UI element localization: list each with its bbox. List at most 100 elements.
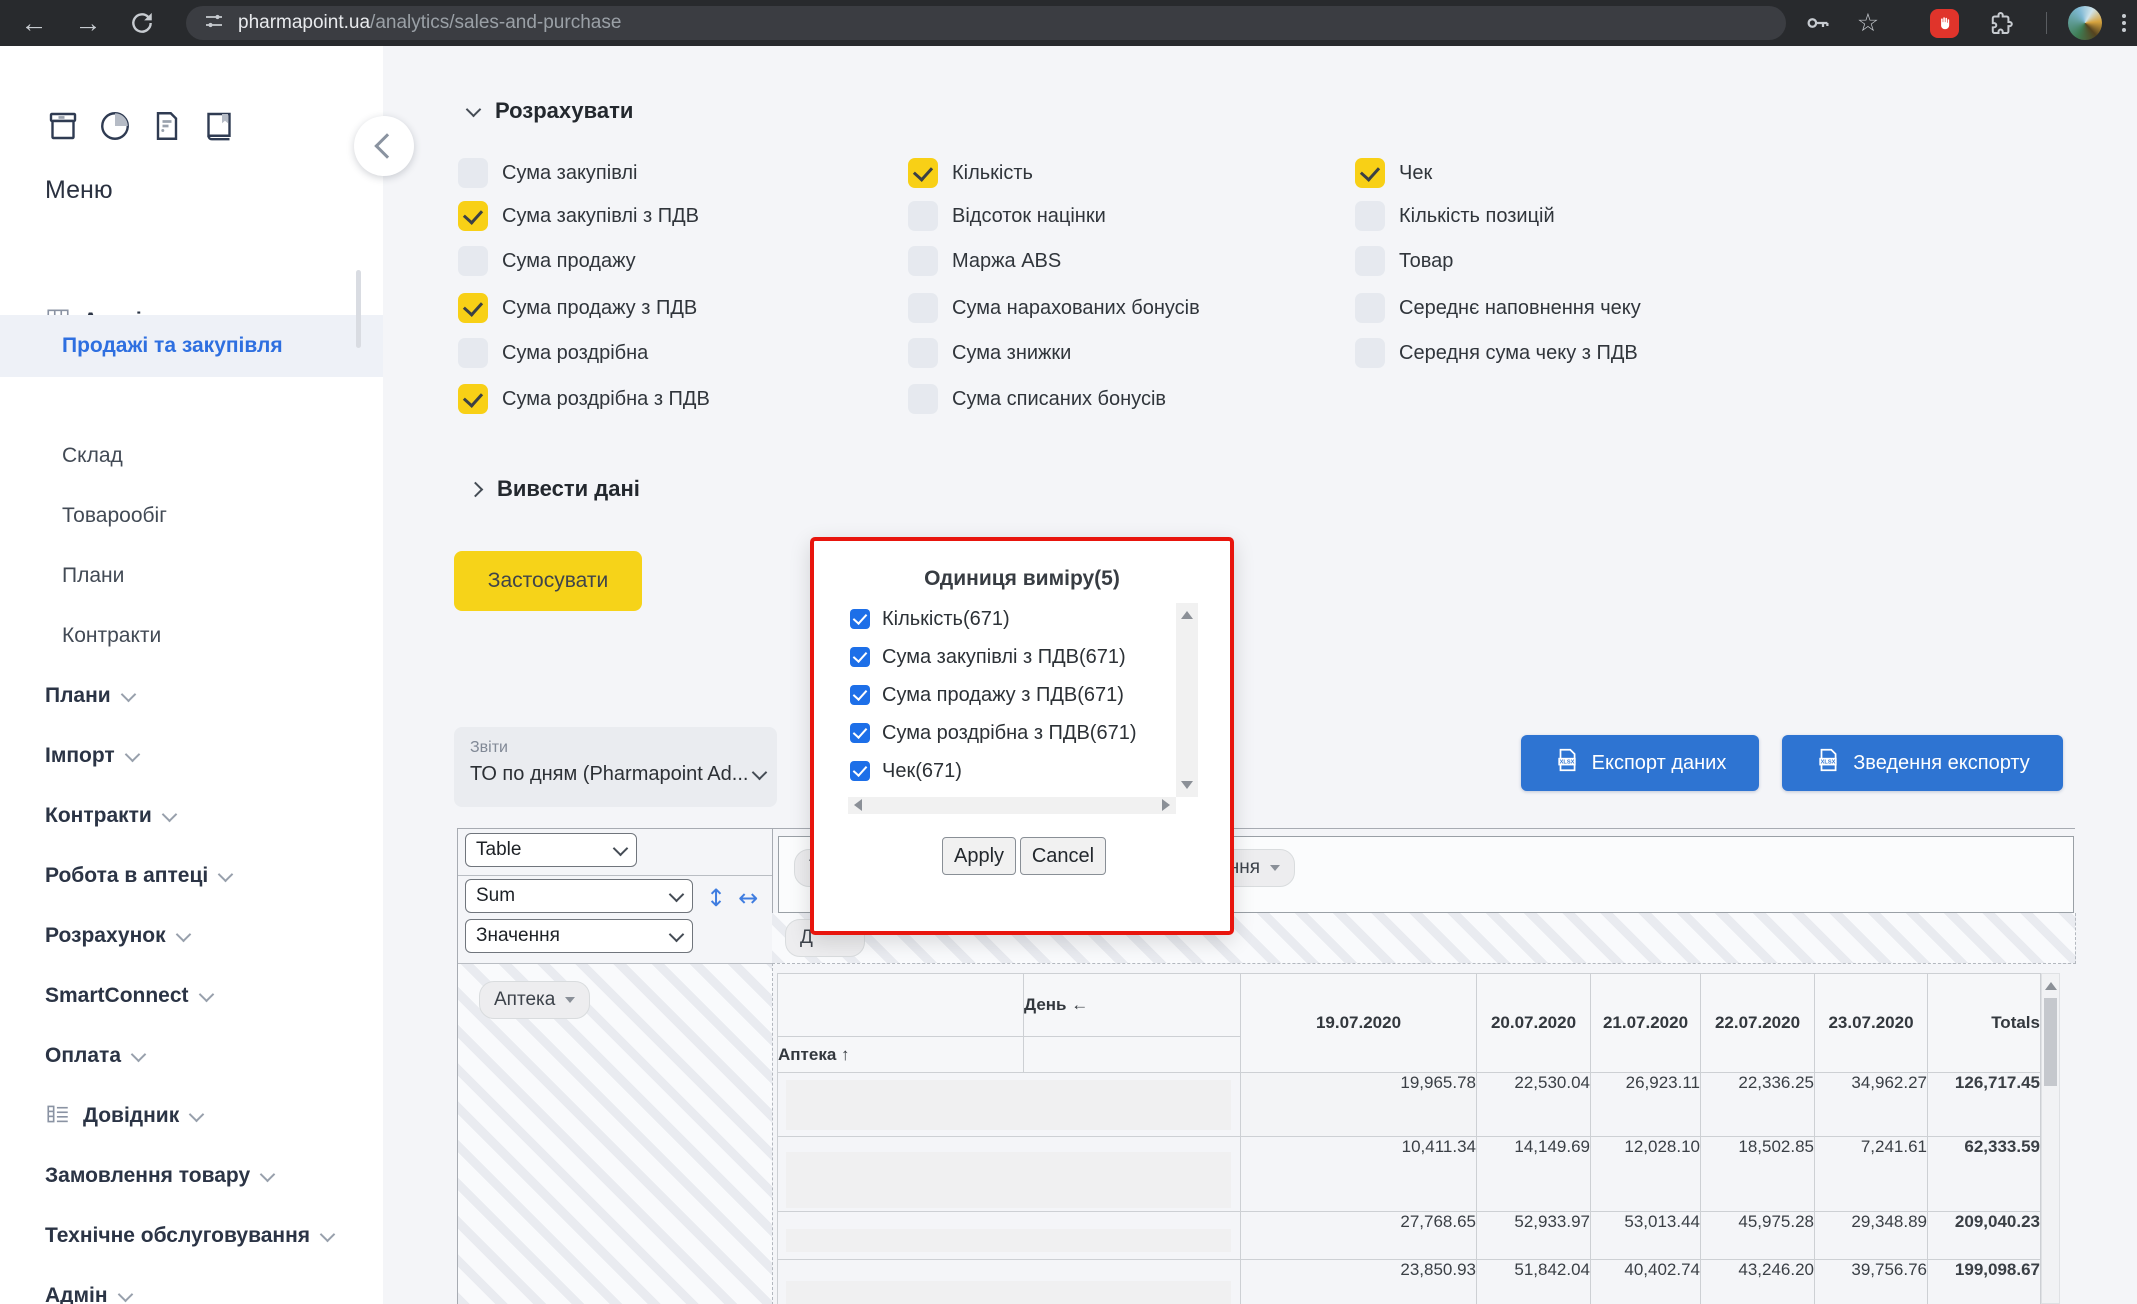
row-axis-header[interactable]: Аптека ↑ <box>778 1037 1024 1073</box>
checkbox-unchecked[interactable] <box>1355 246 1385 276</box>
back-icon[interactable]: ← <box>12 0 56 46</box>
scrollbar-thumb[interactable] <box>2044 998 2057 1086</box>
checkbox-unchecked[interactable] <box>908 201 938 231</box>
date-column-header[interactable]: 23.07.2020 <box>1815 974 1928 1073</box>
sidebar-item-pharmacy-work[interactable]: Робота в аптеці <box>45 861 231 891</box>
sidebar-item-contracts-sub[interactable]: Контракти <box>62 621 161 651</box>
value-cell[interactable]: 51,842.04 <box>1477 1260 1591 1304</box>
sidebar-scrollbar[interactable] <box>356 270 361 348</box>
export-data-button[interactable]: XLSX Експорт даних <box>1521 735 1759 791</box>
checkbox-row[interactable]: Відсоток націнки <box>908 200 1106 232</box>
sidebar-item-import[interactable]: Імпорт <box>45 741 138 771</box>
calc-section-header[interactable]: Розрахувати <box>468 98 633 124</box>
value-cell[interactable]: 53,013.44 <box>1591 1212 1701 1260</box>
pie-chart-icon[interactable] <box>97 108 133 149</box>
document-icon[interactable] <box>149 108 185 149</box>
checkbox-checked[interactable] <box>850 761 870 781</box>
sidebar-item-warehouse[interactable]: Склад <box>62 441 123 471</box>
checkbox-row[interactable]: Сума роздрібна з ПДВ <box>458 383 710 415</box>
checkbox-row[interactable]: Сума знижки <box>908 337 1071 369</box>
total-cell[interactable]: 126,717.45 <box>1928 1073 2041 1137</box>
checkbox-unchecked[interactable] <box>458 246 488 276</box>
sidebar-item-admin[interactable]: Адмін <box>45 1281 131 1304</box>
checkbox-checked[interactable] <box>458 384 488 414</box>
bookmark-star-icon[interactable]: ☆ <box>1848 0 1888 46</box>
checkbox-unchecked[interactable] <box>458 338 488 368</box>
extensions-puzzle-icon[interactable] <box>1982 0 2022 46</box>
date-column-header[interactable]: 19.07.2020 <box>1241 974 1477 1073</box>
total-cell[interactable]: 199,098.67 <box>1928 1260 2041 1304</box>
value-cell[interactable]: 52,933.97 <box>1477 1212 1591 1260</box>
total-cell[interactable]: 62,333.59 <box>1928 1137 2041 1212</box>
checkbox-row[interactable]: Сума роздрібна <box>458 337 648 369</box>
modal-checkbox-row[interactable]: Сума продажу з ПДВ(671) <box>850 680 1124 710</box>
checkbox-unchecked[interactable] <box>908 338 938 368</box>
checkbox-row[interactable]: Чек <box>1355 157 1432 189</box>
checkbox-checked[interactable] <box>850 685 870 705</box>
date-column-header[interactable]: 22.07.2020 <box>1701 974 1815 1073</box>
modal-vertical-scrollbar[interactable] <box>1176 603 1198 797</box>
date-column-header[interactable]: 21.07.2020 <box>1591 974 1701 1073</box>
report-select[interactable]: Звіти ТО по дням (Pharmapoint Ad... <box>454 727 777 807</box>
export-summary-button[interactable]: XLSX Зведення експорту <box>1782 735 2063 791</box>
password-key-icon[interactable] <box>1798 0 1838 46</box>
apply-button[interactable]: Застосувати <box>454 551 642 611</box>
checkbox-row[interactable]: Маржа ABS <box>908 245 1061 277</box>
checkbox-row[interactable]: Сума продажу з ПДВ <box>458 292 697 324</box>
checkbox-checked[interactable] <box>850 609 870 629</box>
modal-checkbox-row[interactable]: Сума роздрібна з ПДВ(671) <box>850 718 1137 748</box>
value-cell[interactable]: 26,923.11 <box>1591 1073 1701 1137</box>
modal-checkbox-row[interactable]: Кількість(671) <box>850 604 1010 634</box>
site-settings-icon[interactable] <box>202 9 226 38</box>
aggregator-select[interactable]: Sum <box>465 879 693 913</box>
output-section-header[interactable]: Вивести дані <box>470 476 640 502</box>
value-cell[interactable]: 19,965.78 <box>1241 1073 1477 1137</box>
modal-checkbox-row[interactable]: Сума закупівлі з ПДВ(671) <box>850 642 1126 672</box>
scroll-down-icon[interactable] <box>1181 781 1193 789</box>
value-cell[interactable]: 27,768.65 <box>1241 1212 1477 1260</box>
checkbox-row[interactable]: Середня сума чеку з ПДВ <box>1355 337 1638 369</box>
scroll-right-icon[interactable] <box>1162 799 1170 811</box>
sidebar-item-payment[interactable]: Оплата <box>45 1041 144 1071</box>
checkbox-checked[interactable] <box>458 293 488 323</box>
checkbox-checked[interactable] <box>850 723 870 743</box>
value-cell[interactable]: 39,756.76 <box>1815 1260 1928 1304</box>
horizontal-arrow-icon[interactable]: ↔ <box>738 884 758 912</box>
sidebar-item-turnover[interactable]: Товарообіг <box>62 501 167 531</box>
checkbox-checked[interactable] <box>908 158 938 188</box>
sidebar-item-contracts[interactable]: Контракти <box>45 801 175 831</box>
value-cell[interactable]: 40,402.74 <box>1591 1260 1701 1304</box>
browser-menu-icon[interactable] <box>2114 12 2134 34</box>
modal-horizontal-scrollbar[interactable] <box>848 797 1176 814</box>
value-cell[interactable]: 14,149.69 <box>1477 1137 1591 1212</box>
value-cell[interactable]: 45,975.28 <box>1701 1212 1815 1260</box>
checkbox-unchecked[interactable] <box>908 293 938 323</box>
scroll-left-icon[interactable] <box>854 799 862 811</box>
checkbox-checked[interactable] <box>850 647 870 667</box>
url-bar[interactable]: pharmapoint.ua/analytics/sales-and-purch… <box>186 6 1786 40</box>
value-cell[interactable]: 22,336.25 <box>1701 1073 1815 1137</box>
sidebar-item-plans[interactable]: Плани <box>45 681 134 711</box>
checkbox-unchecked[interactable] <box>1355 201 1385 231</box>
value-cell[interactable]: 18,502.85 <box>1701 1137 1815 1212</box>
row-attribute-pill[interactable]: Аптека <box>479 981 590 1019</box>
checkbox-unchecked[interactable] <box>908 246 938 276</box>
sidebar-item-goods-order[interactable]: Замовлення товару <box>45 1161 273 1191</box>
sidebar-item-calculation[interactable]: Розрахунок <box>45 921 189 951</box>
value-cell[interactable]: 23,850.93 <box>1241 1260 1477 1304</box>
value-field-select[interactable]: Значення <box>465 919 693 953</box>
scroll-up-icon[interactable] <box>2045 982 2057 990</box>
modal-cancel-button[interactable]: Cancel <box>1020 837 1106 875</box>
checkbox-row[interactable]: Сума списаних бонусів <box>908 383 1166 415</box>
value-cell[interactable]: 22,530.04 <box>1477 1073 1591 1137</box>
profile-avatar[interactable] <box>2068 6 2102 40</box>
value-cell[interactable]: 43,246.20 <box>1701 1260 1815 1304</box>
checkbox-unchecked[interactable] <box>908 384 938 414</box>
sidebar-item-smartconnect[interactable]: SmartConnect <box>45 981 212 1011</box>
sidebar-item-sales-and-purchase[interactable]: Продажі та закупівля <box>0 315 383 377</box>
checkbox-row[interactable]: Сума продажу <box>458 245 636 277</box>
value-cell[interactable]: 34,962.27 <box>1815 1073 1928 1137</box>
value-cell[interactable]: 12,028.10 <box>1591 1137 1701 1212</box>
forward-icon[interactable]: → <box>66 0 110 46</box>
checkbox-checked[interactable] <box>1355 158 1385 188</box>
